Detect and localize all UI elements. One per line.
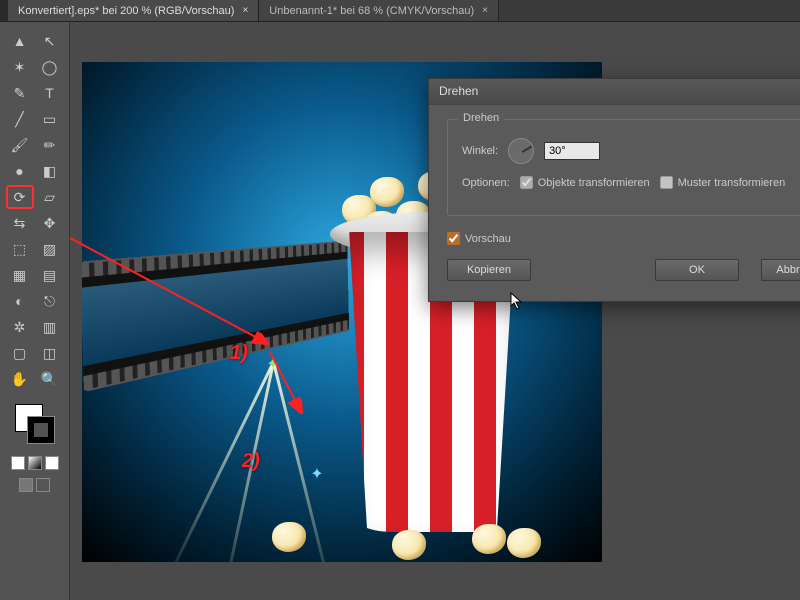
- artboard-tool[interactable]: ▢: [7, 342, 33, 364]
- blob-brush-tool[interactable]: ●: [7, 160, 33, 182]
- copy-button[interactable]: Kopieren: [447, 259, 531, 281]
- zoom-tool[interactable]: 🔍: [37, 368, 63, 390]
- anchor-marker-icon: ✦: [310, 464, 324, 478]
- cancel-button[interactable]: Abbrechen: [761, 259, 800, 281]
- dialog-body: Drehen Winkel: Optionen: Objekte transfo…: [429, 105, 800, 301]
- none-mode-icon[interactable]: [45, 456, 59, 470]
- perspective-tool[interactable]: ▨: [37, 238, 63, 260]
- close-icon[interactable]: ×: [242, 5, 248, 16]
- magic-wand-tool[interactable]: ✶: [7, 56, 33, 78]
- color-mode-row: [11, 456, 59, 470]
- popcorn-kernel: [272, 522, 306, 552]
- line-tool[interactable]: ╱: [7, 108, 33, 130]
- paintbrush-tool[interactable]: 🖌: [7, 134, 33, 156]
- tab-label: Konvertiert].eps* bei 200 % (RGB/Vorscha…: [18, 5, 234, 17]
- popcorn-kernel: [392, 530, 426, 560]
- gradient-mode-icon[interactable]: [28, 456, 42, 470]
- gradient-tool[interactable]: ▤: [37, 264, 63, 286]
- direct-selection-tool[interactable]: ↖: [37, 30, 63, 52]
- opt-pattern-check: Muster transformieren: [660, 176, 786, 189]
- main-area: ▲ ↖ ✶ ◯ ✎ T ╱ ▭ 🖌 ✏ ● ◧ ⟳ ▱ ⇆ ✥ ⬚ ▨ ▦ ▤ …: [0, 22, 800, 600]
- angle-dial-icon[interactable]: [508, 138, 534, 164]
- draw-mode-icon[interactable]: [36, 478, 50, 492]
- annotation-label-2: 2): [242, 450, 260, 473]
- dialog-title[interactable]: Drehen: [429, 79, 800, 105]
- tools-panel: ▲ ↖ ✶ ◯ ✎ T ╱ ▭ 🖌 ✏ ● ◧ ⟳ ▱ ⇆ ✥ ⬚ ▨ ▦ ▤ …: [0, 22, 70, 600]
- mesh-tool[interactable]: ▦: [7, 264, 33, 286]
- hand-tool[interactable]: ✋: [7, 368, 33, 390]
- tab-label: Unbenannt-1* bei 68 % (CMYK/Vorschau): [269, 5, 474, 17]
- angle-label: Winkel:: [462, 145, 498, 157]
- blend-tool[interactable]: ⎋: [37, 290, 63, 312]
- dialog-button-row: Kopieren OK Abbrechen: [447, 259, 800, 281]
- tab-bar: Konvertiert].eps* bei 200 % (RGB/Vorscha…: [0, 0, 800, 22]
- options-row: Optionen: Objekte transformieren Muster …: [462, 176, 800, 189]
- color-mode-icon[interactable]: [11, 456, 25, 470]
- width-tool[interactable]: ⇆: [7, 212, 33, 234]
- column-graph-tool[interactable]: ▥: [37, 316, 63, 338]
- popcorn-kernel: [472, 524, 506, 554]
- symbol-sprayer-tool[interactable]: ✲: [7, 316, 33, 338]
- fill-stroke-swatch[interactable]: [15, 404, 55, 444]
- opt-objects-check: Objekte transformieren: [520, 176, 650, 189]
- annotation-label-1: 1): [230, 342, 248, 365]
- options-label: Optionen:: [462, 177, 510, 189]
- pen-tool[interactable]: ✎: [7, 82, 33, 104]
- type-tool[interactable]: T: [37, 82, 63, 104]
- group-legend: Drehen: [458, 112, 504, 124]
- ok-button[interactable]: OK: [655, 259, 739, 281]
- screen-mode-icon[interactable]: [19, 478, 33, 492]
- rotate-tool[interactable]: ⟳: [7, 186, 33, 208]
- filmstrip-graphic: [82, 241, 349, 393]
- checkbox-icon: [520, 176, 533, 189]
- popcorn-kernel: [507, 528, 541, 558]
- pencil-tool[interactable]: ✏: [37, 134, 63, 156]
- canvas-area[interactable]: ✦ ✦ 1) 2) 3) Drehen Drehen Wink: [70, 22, 800, 600]
- slice-tool[interactable]: ◫: [37, 342, 63, 364]
- close-icon[interactable]: ×: [482, 5, 488, 16]
- checkbox-icon: [660, 176, 673, 189]
- eyedropper-tool[interactable]: ◐: [7, 290, 33, 312]
- document-tab-1[interactable]: Konvertiert].eps* bei 200 % (RGB/Vorscha…: [8, 0, 259, 21]
- screen-mode-row: [19, 478, 50, 492]
- tool-grid: ▲ ↖ ✶ ◯ ✎ T ╱ ▭ 🖌 ✏ ● ◧ ⟳ ▱ ⇆ ✥ ⬚ ▨ ▦ ▤ …: [7, 30, 63, 390]
- bar-stripe: [0, 0, 8, 21]
- free-transform-tool[interactable]: ✥: [37, 212, 63, 234]
- stroke-swatch[interactable]: [27, 416, 55, 444]
- preview-check[interactable]: Vorschau: [447, 232, 800, 245]
- eraser-tool[interactable]: ◧: [37, 160, 63, 182]
- shape-builder-tool[interactable]: ⬚: [7, 238, 33, 260]
- scale-tool[interactable]: ▱: [37, 186, 63, 208]
- angle-row: Winkel:: [462, 138, 800, 164]
- lasso-tool[interactable]: ◯: [37, 56, 63, 78]
- rectangle-tool[interactable]: ▭: [37, 108, 63, 130]
- anchor-marker-icon: ✦: [266, 354, 280, 368]
- rotate-dialog[interactable]: Drehen Drehen Winkel: Optionen: Objekte …: [428, 78, 800, 302]
- rotate-group: Drehen Winkel: Optionen: Objekte transfo…: [447, 119, 800, 216]
- document-tab-2[interactable]: Unbenannt-1* bei 68 % (CMYK/Vorschau) ×: [259, 0, 499, 21]
- angle-input[interactable]: [544, 142, 600, 160]
- selection-tool[interactable]: ▲: [7, 30, 33, 52]
- checkbox-icon[interactable]: [447, 232, 460, 245]
